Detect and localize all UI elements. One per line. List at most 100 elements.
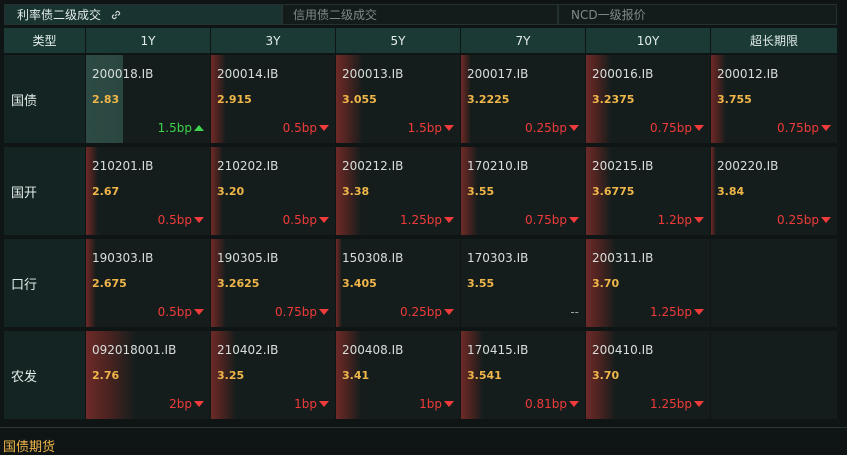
bond-yield: 3.41 [342, 369, 370, 382]
yield-change: 0.5bp [283, 121, 329, 135]
bond-cell[interactable]: 210201.IB 2.67 0.5bp [86, 147, 211, 237]
bond-cell[interactable]: 150308.IB 3.405 0.25bp [336, 239, 461, 329]
bond-grid: 国债 200018.IB 2.83 1.5bp 200014.IB 2.915 0.5bp 2… [4, 55, 837, 423]
bond-cell[interactable]: 200018.IB 2.83 1.5bp [86, 55, 211, 145]
triangle-down-icon [694, 217, 704, 223]
bond-code: 210202.IB [217, 159, 279, 173]
bond-code: 200212.IB [342, 159, 404, 173]
bond-yield: 2.76 [92, 369, 120, 382]
yield-change-value: 0.75bp [525, 213, 567, 227]
bond-cell[interactable]: 170415.IB 3.541 0.81bp [461, 331, 586, 421]
yield-change: 2bp [169, 397, 204, 411]
bond-yield: 3.755 [717, 93, 752, 106]
bond-yield: 3.20 [217, 185, 245, 198]
yield-change-value: 0.75bp [650, 121, 692, 135]
yield-change-value: 0.81bp [525, 397, 567, 411]
row-label: 农发 [4, 331, 86, 421]
triangle-down-icon [319, 401, 329, 407]
change-bar [711, 147, 717, 235]
yield-change: 1.25bp [650, 397, 704, 411]
column-header-type: 类型 [4, 28, 86, 53]
tab-label: NCD一级报价 [571, 8, 646, 22]
bond-cell[interactable]: 200410.IB 3.70 1.25bp [586, 331, 711, 421]
bond-code: 200311.IB [592, 251, 654, 265]
triangle-down-icon [319, 217, 329, 223]
yield-change-value: 0.5bp [157, 305, 192, 319]
yield-change-value: 0.25bp [525, 121, 567, 135]
bond-yield: 3.6775 [592, 185, 635, 198]
bond-code: 200410.IB [592, 343, 654, 357]
yield-change: 0.5bp [158, 213, 204, 227]
bond-code: 200018.IB [92, 67, 154, 81]
bond-code: 210402.IB [217, 343, 279, 357]
triangle-down-icon [569, 401, 579, 407]
bond-cell[interactable]: 170303.IB 3.55 -- [461, 239, 586, 329]
triangle-down-icon [569, 217, 579, 223]
bond-cell[interactable]: 200013.IB 3.055 1.5bp [336, 55, 461, 145]
tab-rate-bond-secondary[interactable]: 利率债二级成交 [4, 4, 282, 25]
bond-code: 190305.IB [217, 251, 279, 265]
column-header-ultra-long: 超长期限 [711, 28, 837, 53]
bond-cell[interactable]: 200408.IB 3.41 1bp [336, 331, 461, 421]
yield-change: 0.25bp [777, 213, 831, 227]
bond-yield: 3.2625 [217, 277, 260, 290]
table-row: 口行 190303.IB 2.675 0.5bp 190305.IB 3.2625 0.75… [4, 239, 837, 331]
triangle-down-icon [821, 125, 831, 131]
triangle-down-icon [319, 309, 329, 315]
tab-label: 利率债二级成交 [17, 8, 102, 22]
bond-cell[interactable]: 200212.IB 3.38 1.25bp [336, 147, 461, 237]
bond-code: 170415.IB [467, 343, 529, 357]
bond-code: 200215.IB [592, 159, 654, 173]
triangle-down-icon [194, 401, 204, 407]
row-label: 口行 [4, 239, 86, 329]
bond-yield: 3.2375 [592, 93, 635, 106]
bond-cell[interactable]: 092018001.IB 2.76 2bp [86, 331, 211, 421]
yield-change-value: 1.5bp [157, 121, 192, 135]
bond-cell[interactable]: 200017.IB 3.2225 0.25bp [461, 55, 586, 145]
column-header-5y: 5Y [336, 28, 461, 53]
bond-yield: 3.541 [467, 369, 502, 382]
yield-change-value: 0.5bp [157, 213, 192, 227]
bond-code: 170210.IB [467, 159, 529, 173]
yield-change: 0.25bp [525, 121, 579, 135]
row-label: 国开 [4, 147, 86, 237]
bond-cell[interactable]: 200014.IB 2.915 0.5bp [211, 55, 336, 145]
tab-bar: 利率债二级成交 信用债二级成交 NCD一级报价 [4, 4, 837, 25]
section-divider [0, 427, 847, 428]
bond-cell[interactable]: 200220.IB 3.84 0.25bp [711, 147, 837, 237]
bond-cell[interactable]: 200012.IB 3.755 0.75bp [711, 55, 837, 145]
table-row: 国开 210201.IB 2.67 0.5bp 210202.IB 3.20 0.5bp 20… [4, 147, 837, 239]
table-header: 类型 1Y 3Y 5Y 7Y 10Y 超长期限 [4, 28, 837, 53]
yield-change: 0.75bp [525, 213, 579, 227]
yield-change-value: 0.5bp [282, 121, 317, 135]
bond-cell[interactable]: 190303.IB 2.675 0.5bp [86, 239, 211, 329]
triangle-down-icon [569, 125, 579, 131]
table-row: 国债 200018.IB 2.83 1.5bp 200014.IB 2.915 0.5bp 2… [4, 55, 837, 147]
bond-yield: 3.405 [342, 277, 377, 290]
bond-cell[interactable]: 210402.IB 3.25 1bp [211, 331, 336, 421]
bond-yield: 3.2225 [467, 93, 510, 106]
triangle-down-icon [821, 217, 831, 223]
yield-change-value: 1.25bp [400, 213, 442, 227]
bond-code: 170303.IB [467, 251, 529, 265]
bond-cell[interactable]: 200215.IB 3.6775 1.2bp [586, 147, 711, 237]
bond-cell[interactable]: 200311.IB 3.70 1.25bp [586, 239, 711, 329]
yield-change-value: 0.5bp [282, 213, 317, 227]
yield-change: -- [570, 305, 579, 319]
triangle-down-icon [444, 401, 454, 407]
tab-ncd-primary-quote[interactable]: NCD一级报价 [558, 4, 837, 25]
tab-credit-bond-secondary[interactable]: 信用债二级成交 [282, 4, 558, 25]
bond-yield: 2.915 [217, 93, 252, 106]
bond-cell[interactable]: 170210.IB 3.55 0.75bp [461, 147, 586, 237]
bond-cell[interactable]: 190305.IB 3.2625 0.75bp [211, 239, 336, 329]
link-icon[interactable] [109, 8, 123, 22]
yield-change: 1.5bp [408, 121, 454, 135]
bond-yield: 3.70 [592, 369, 620, 382]
yield-change-value: 0.75bp [777, 121, 819, 135]
section-title-treasury-futures: 国债期货 [3, 440, 56, 455]
triangle-down-icon [319, 125, 329, 131]
triangle-down-icon [694, 401, 704, 407]
bond-yield: 3.55 [467, 277, 495, 290]
bond-cell[interactable]: 210202.IB 3.20 0.5bp [211, 147, 336, 237]
bond-cell[interactable]: 200016.IB 3.2375 0.75bp [586, 55, 711, 145]
